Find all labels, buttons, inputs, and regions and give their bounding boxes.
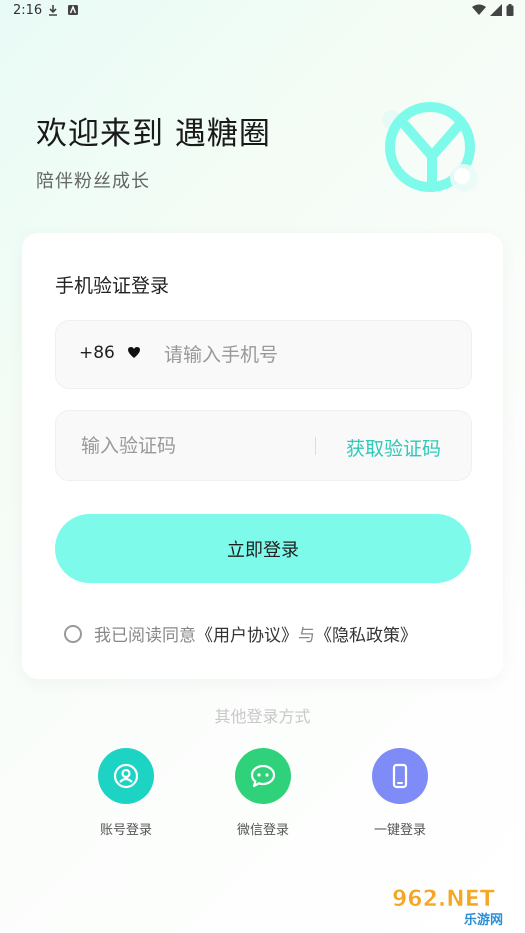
code-input[interactable] (79, 429, 313, 463)
other-login-title: 其他登录方式 (214, 707, 311, 726)
account-login-circle (98, 748, 154, 804)
wechat-icon (250, 764, 276, 788)
hero-section: 欢迎来到 遇糖圈 陪伴粉丝成长 (36, 108, 271, 193)
tagline: 陪伴粉丝成长 (36, 171, 150, 192)
download-icon (49, 5, 57, 16)
battery-icon (506, 4, 514, 16)
wechat-login-button[interactable]: 微信登录 (223, 748, 303, 838)
welcome-title: 欢迎来到 遇糖圈 (36, 116, 271, 152)
login-button[interactable]: 立即登录 (55, 514, 471, 583)
watermark-text: 962.NET (392, 887, 495, 912)
user-agreement-link[interactable]: 《用户协议》 (196, 621, 298, 646)
wifi-icon (472, 4, 486, 15)
field-divider (315, 437, 316, 455)
watermark-subtext: 乐游网 (464, 912, 503, 928)
agreement-conjunction: 与 (298, 626, 315, 646)
one-click-login-label: 一键登录 (373, 823, 426, 838)
account-login-button[interactable]: 账号登录 (86, 748, 166, 838)
phone-field: +86 (55, 320, 472, 389)
code-field: 获取验证码 (55, 410, 472, 481)
agreement-row: 我已阅读同意 《用户协议》 与 《隐私政策》 (64, 621, 417, 646)
phone-input[interactable] (162, 338, 456, 372)
status-bar: 2:16 (0, 0, 525, 24)
card-title: 手机验证登录 (55, 275, 170, 297)
privacy-policy-link[interactable]: 《隐私政策》 (315, 621, 417, 646)
country-code-selector[interactable]: +86 (79, 343, 141, 363)
caret-down-icon (127, 347, 140, 358)
app-notification-icon (68, 5, 78, 15)
phone-icon (392, 763, 408, 789)
agreement-checkbox[interactable] (64, 624, 82, 643)
one-click-login-circle (372, 748, 428, 804)
wechat-login-circle (235, 748, 291, 804)
user-icon (113, 763, 139, 789)
watermark-logo: 962.NET 乐游网 (392, 887, 503, 928)
signal-icon (490, 4, 502, 16)
get-code-button[interactable]: 获取验证码 (346, 434, 441, 461)
app-logo-icon (382, 102, 478, 192)
wechat-login-label: 微信登录 (236, 823, 289, 838)
one-click-login-button[interactable]: 一键登录 (360, 748, 440, 838)
status-time: 2:16 (13, 3, 43, 18)
agreement-prefix: 我已阅读同意 (94, 626, 196, 646)
country-code: +86 (79, 343, 115, 363)
login-card: 手机验证登录 +86 获取验证码 立即登录 我已阅读同意 《用户协议》 与 《隐… (22, 233, 503, 679)
account-login-label: 账号登录 (99, 823, 152, 838)
